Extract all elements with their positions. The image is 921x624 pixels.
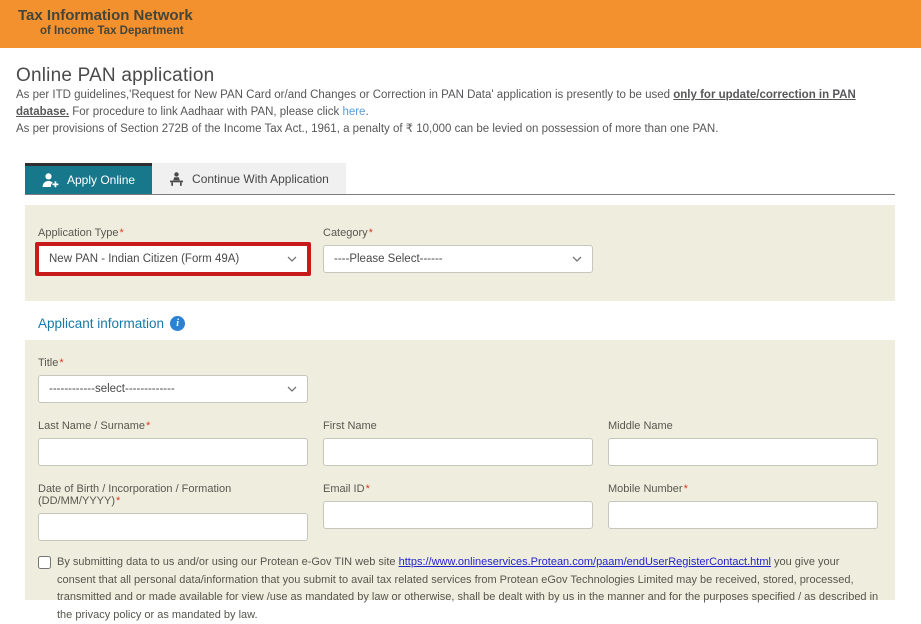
category-field: Category* ----Please Select------ xyxy=(323,227,593,273)
mobile-field: Mobile Number* xyxy=(608,483,878,541)
middle-name-input[interactable] xyxy=(608,438,878,466)
add-user-icon xyxy=(42,173,59,188)
applicant-information-panel: Title* ------------select------------- L… xyxy=(25,340,895,600)
required-asterisk: * xyxy=(59,357,63,369)
required-asterisk: * xyxy=(684,483,688,495)
last-name-field: Last Name / Surname* xyxy=(38,420,308,466)
first-name-field: First Name xyxy=(323,420,593,466)
consent-row: By submitting data to us and/or using ou… xyxy=(38,554,882,624)
brand-title: Tax Information Network xyxy=(18,7,921,24)
category-select[interactable]: ----Please Select------ xyxy=(323,245,593,273)
label-text: Last Name / Surname xyxy=(38,420,145,432)
required-asterisk: * xyxy=(146,420,150,432)
intro-text-2: For procedure to link Aadhaar with PAN, … xyxy=(69,106,342,118)
tab-apply-online[interactable]: Apply Online xyxy=(25,163,152,194)
tab-label: Apply Online xyxy=(67,173,135,187)
label-text: Category xyxy=(323,227,368,239)
last-name-label: Last Name / Surname* xyxy=(38,420,308,432)
application-type-field: Application Type* New PAN - Indian Citiz… xyxy=(38,227,308,273)
first-name-input[interactable] xyxy=(323,438,593,466)
intro-paragraph-1: As per ITD guidelines,'Request for New P… xyxy=(16,87,902,121)
required-asterisk: * xyxy=(120,227,124,239)
consent-link[interactable]: https://www.onlineservices.Protean.com/p… xyxy=(399,556,771,568)
label-text: Mobile Number xyxy=(608,483,683,495)
label-text: Title xyxy=(38,357,58,369)
tab-continue-with-application[interactable]: Continue With Application xyxy=(152,163,346,194)
person-desk-icon xyxy=(169,172,184,186)
label-text: Application Type xyxy=(38,227,119,239)
label-text: Middle Name xyxy=(608,420,673,432)
tab-bar: Apply Online Continue With Application xyxy=(25,163,895,195)
chevron-down-icon xyxy=(287,253,297,265)
middle-name-field: Middle Name xyxy=(608,420,878,466)
required-asterisk: * xyxy=(116,495,120,507)
category-label: Category* xyxy=(323,227,593,239)
tab-label: Continue With Application xyxy=(192,172,329,186)
heading-text: Applicant information xyxy=(38,316,164,331)
required-asterisk: * xyxy=(369,227,373,239)
email-input[interactable] xyxy=(323,501,593,529)
page-title: Online PAN application xyxy=(16,65,905,87)
intro-paragraph-2: As per provisions of Section 272B of the… xyxy=(16,121,902,138)
main-content: Online PAN application As per ITD guidel… xyxy=(0,65,921,600)
dob-field: Date of Birth / Incorporation / Formatio… xyxy=(38,483,308,541)
application-type-label: Application Type* xyxy=(38,227,308,239)
mobile-label: Mobile Number* xyxy=(608,483,878,495)
info-icon[interactable]: i xyxy=(170,316,185,331)
intro-text-3: . xyxy=(365,106,368,118)
header-banner: Tax Information Network of Income Tax De… xyxy=(0,0,921,48)
title-select[interactable]: ------------select------------- xyxy=(38,375,308,403)
first-name-label: First Name xyxy=(323,420,593,432)
email-label: Email ID* xyxy=(323,483,593,495)
title-field: Title* ------------select------------- xyxy=(38,357,308,403)
dob-label: Date of Birth / Incorporation / Formatio… xyxy=(38,483,308,507)
chevron-down-icon xyxy=(572,253,582,265)
application-type-panel: Application Type* New PAN - Indian Citiz… xyxy=(25,205,895,301)
select-value: New PAN - Indian Citizen (Form 49A) xyxy=(49,253,239,265)
label-text: Email ID xyxy=(323,483,365,495)
dob-input[interactable] xyxy=(38,513,308,541)
application-type-select[interactable]: New PAN - Indian Citizen (Form 49A) xyxy=(35,242,311,276)
required-asterisk: * xyxy=(366,483,370,495)
email-field: Email ID* xyxy=(323,483,593,541)
chevron-down-icon xyxy=(287,383,297,395)
applicant-information-heading: Applicant information i xyxy=(38,316,905,331)
last-name-input[interactable] xyxy=(38,438,308,466)
brand-subtitle: of Income Tax Department xyxy=(40,24,921,38)
middle-name-label: Middle Name xyxy=(608,420,878,432)
intro-text-1: As per ITD guidelines,'Request for New P… xyxy=(16,89,673,101)
consent-text-before: By submitting data to us and/or using ou… xyxy=(57,556,399,568)
consent-checkbox[interactable] xyxy=(38,556,51,569)
label-text: Date of Birth / Incorporation / Formatio… xyxy=(38,483,231,507)
here-link[interactable]: here xyxy=(342,106,365,118)
label-text: First Name xyxy=(323,420,377,432)
select-value: ------------select------------- xyxy=(49,383,175,395)
title-label: Title* xyxy=(38,357,308,369)
consent-text: By submitting data to us and/or using ou… xyxy=(57,554,879,624)
select-value: ----Please Select------ xyxy=(334,253,443,265)
mobile-input[interactable] xyxy=(608,501,878,529)
